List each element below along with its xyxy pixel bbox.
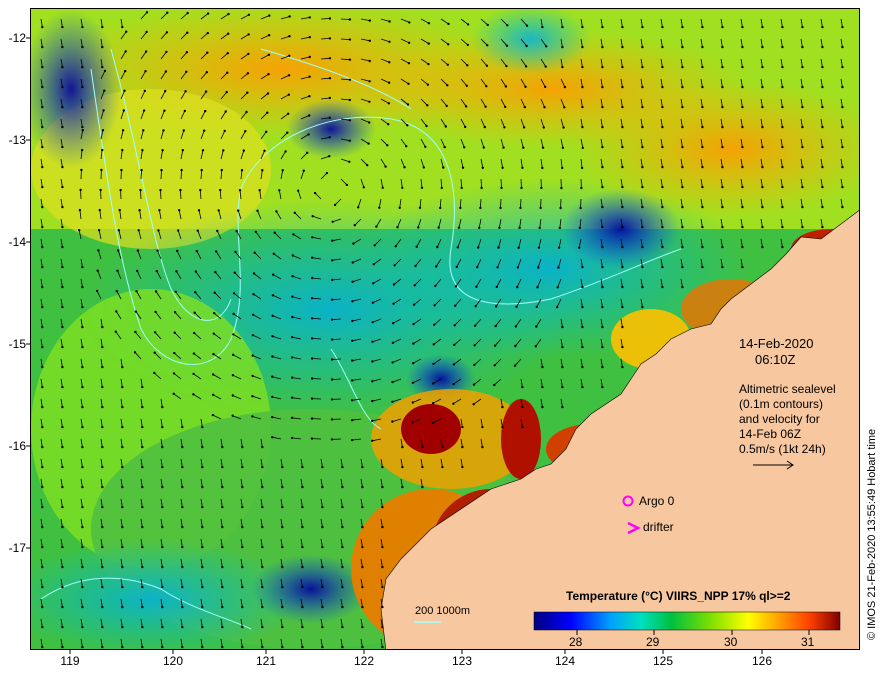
- drifter-label: drifter: [643, 520, 674, 534]
- y-tick-label: -12: [8, 31, 26, 45]
- sst-map[interactable]: 14-Feb-2020 06:10Z Altimetric sealevel (…: [30, 8, 860, 650]
- y-tick-label: -14: [8, 235, 26, 249]
- argo-label: Argo 0: [639, 494, 675, 508]
- x-tick-label: 123: [451, 654, 473, 668]
- x-tick-label: 122: [353, 654, 375, 668]
- legend-line: 14-Feb 06Z: [739, 427, 802, 441]
- colorbar-tick-label: 30: [724, 635, 738, 649]
- y-tick-label: -15: [8, 337, 26, 351]
- y-tick-label: -16: [8, 439, 26, 453]
- colorbar: [533, 611, 841, 631]
- y-tick-label: -13: [8, 133, 26, 147]
- map-canvas: [31, 9, 859, 649]
- x-tick-label: 120: [162, 654, 184, 668]
- legend-line: Altimetric sealevel: [739, 382, 836, 396]
- credit-text: © IMOS 21-Feb-2020 13:55:49 Hobart time: [866, 428, 878, 640]
- time-label: 06:10Z: [755, 352, 796, 367]
- x-tick-label: 124: [554, 654, 576, 668]
- y-tick-label: -17: [8, 541, 26, 555]
- colorbar-tick-label: 31: [801, 635, 815, 649]
- x-tick-label: 121: [255, 654, 277, 668]
- depth-label: 200 1000m: [415, 605, 471, 617]
- colorbar-title: Temperature (°C) VIIRS_NPP 17% ql>=2: [566, 589, 791, 603]
- x-tick-label: 126: [751, 654, 773, 668]
- colorbar-tick-label: 29: [646, 635, 660, 649]
- legend-line: 0.5m/s (1kt 24h): [739, 442, 826, 456]
- legend-line: and velocity for: [739, 412, 820, 426]
- x-tick-label: 125: [652, 654, 674, 668]
- x-tick-label: 119: [60, 654, 80, 668]
- legend-line: (0.1m contours): [739, 397, 824, 411]
- date-label: 14-Feb-2020: [739, 336, 814, 351]
- colorbar-tick-label: 28: [569, 635, 583, 649]
